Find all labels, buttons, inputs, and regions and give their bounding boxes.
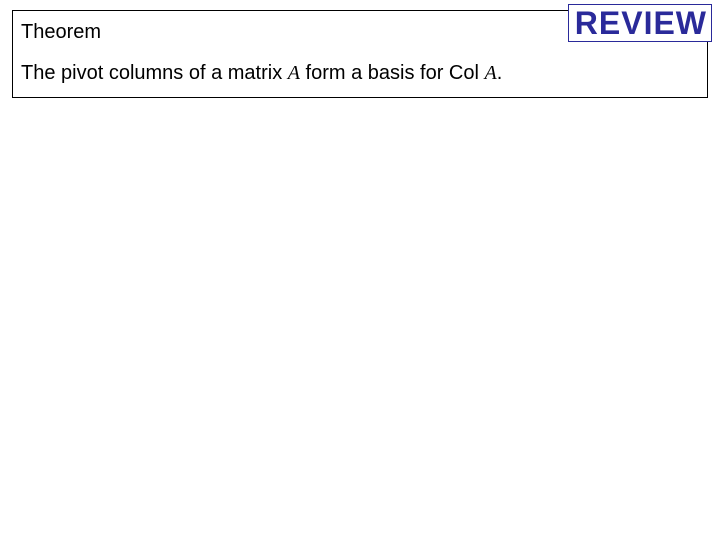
review-badge: REVIEW	[568, 4, 712, 42]
theorem-text-3: .	[497, 62, 503, 84]
math-symbol-A-1: A	[288, 62, 300, 84]
math-symbol-A-2: A	[485, 62, 497, 84]
theorem-text-1: The pivot columns of a matrix	[21, 62, 288, 84]
theorem-body: The pivot columns of a matrix A form a b…	[21, 62, 699, 85]
theorem-text-2: form a basis for Col	[300, 62, 485, 84]
